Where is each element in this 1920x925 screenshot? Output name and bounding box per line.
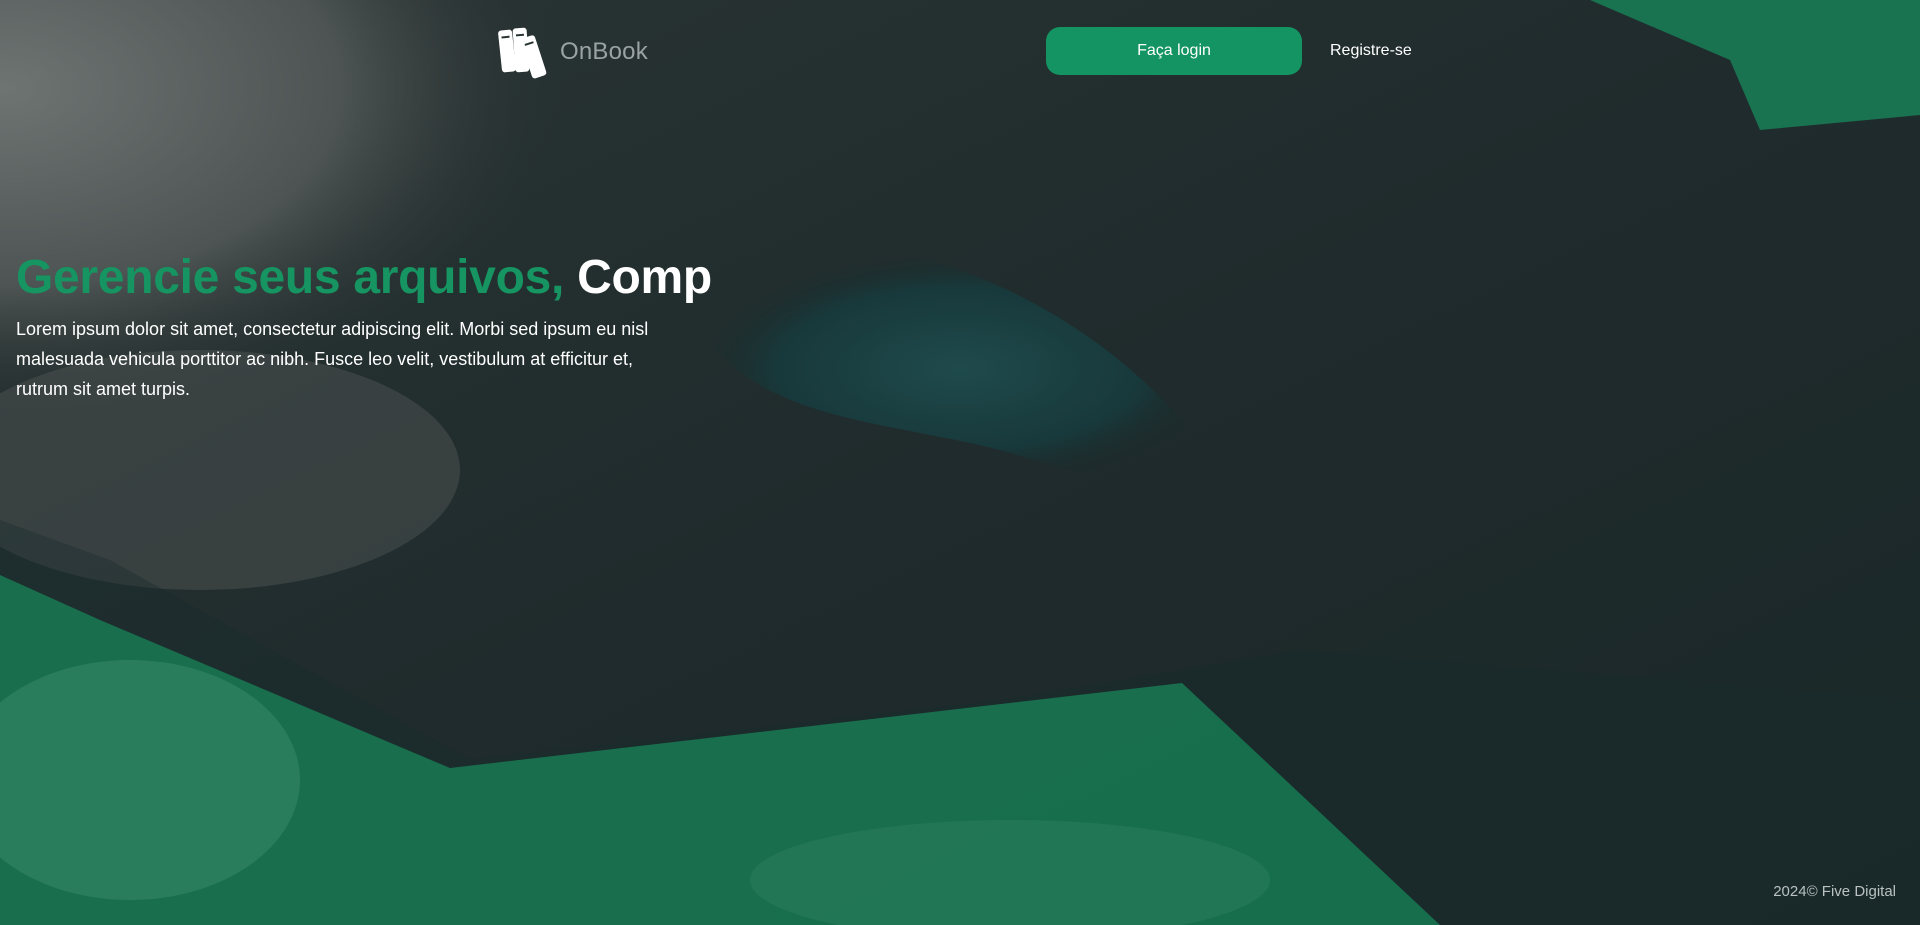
hero-title-typed: Comp	[577, 251, 712, 304]
footer-copyright: 2024© Five Digital	[1773, 883, 1896, 900]
landing-page: OnBook Faça login Registre-se Gerencie s…	[0, 0, 1920, 925]
register-link[interactable]: Registre-se	[1330, 42, 1412, 60]
hero-section: Gerencie seus arquivos, Comp Lorem ipsum…	[16, 248, 716, 404]
ocean-background-image	[0, 0, 1920, 925]
hero-title: Gerencie seus arquivos, Comp	[16, 248, 716, 308]
logo[interactable]: OnBook	[498, 24, 648, 80]
logo-text: OnBook	[560, 38, 648, 65]
login-button[interactable]: Faça login	[1046, 27, 1302, 75]
hero-description: Lorem ipsum dolor sit amet, consectetur …	[16, 319, 649, 399]
hero-title-accent: Gerencie seus arquivos,	[16, 251, 565, 304]
books-icon	[498, 24, 550, 80]
